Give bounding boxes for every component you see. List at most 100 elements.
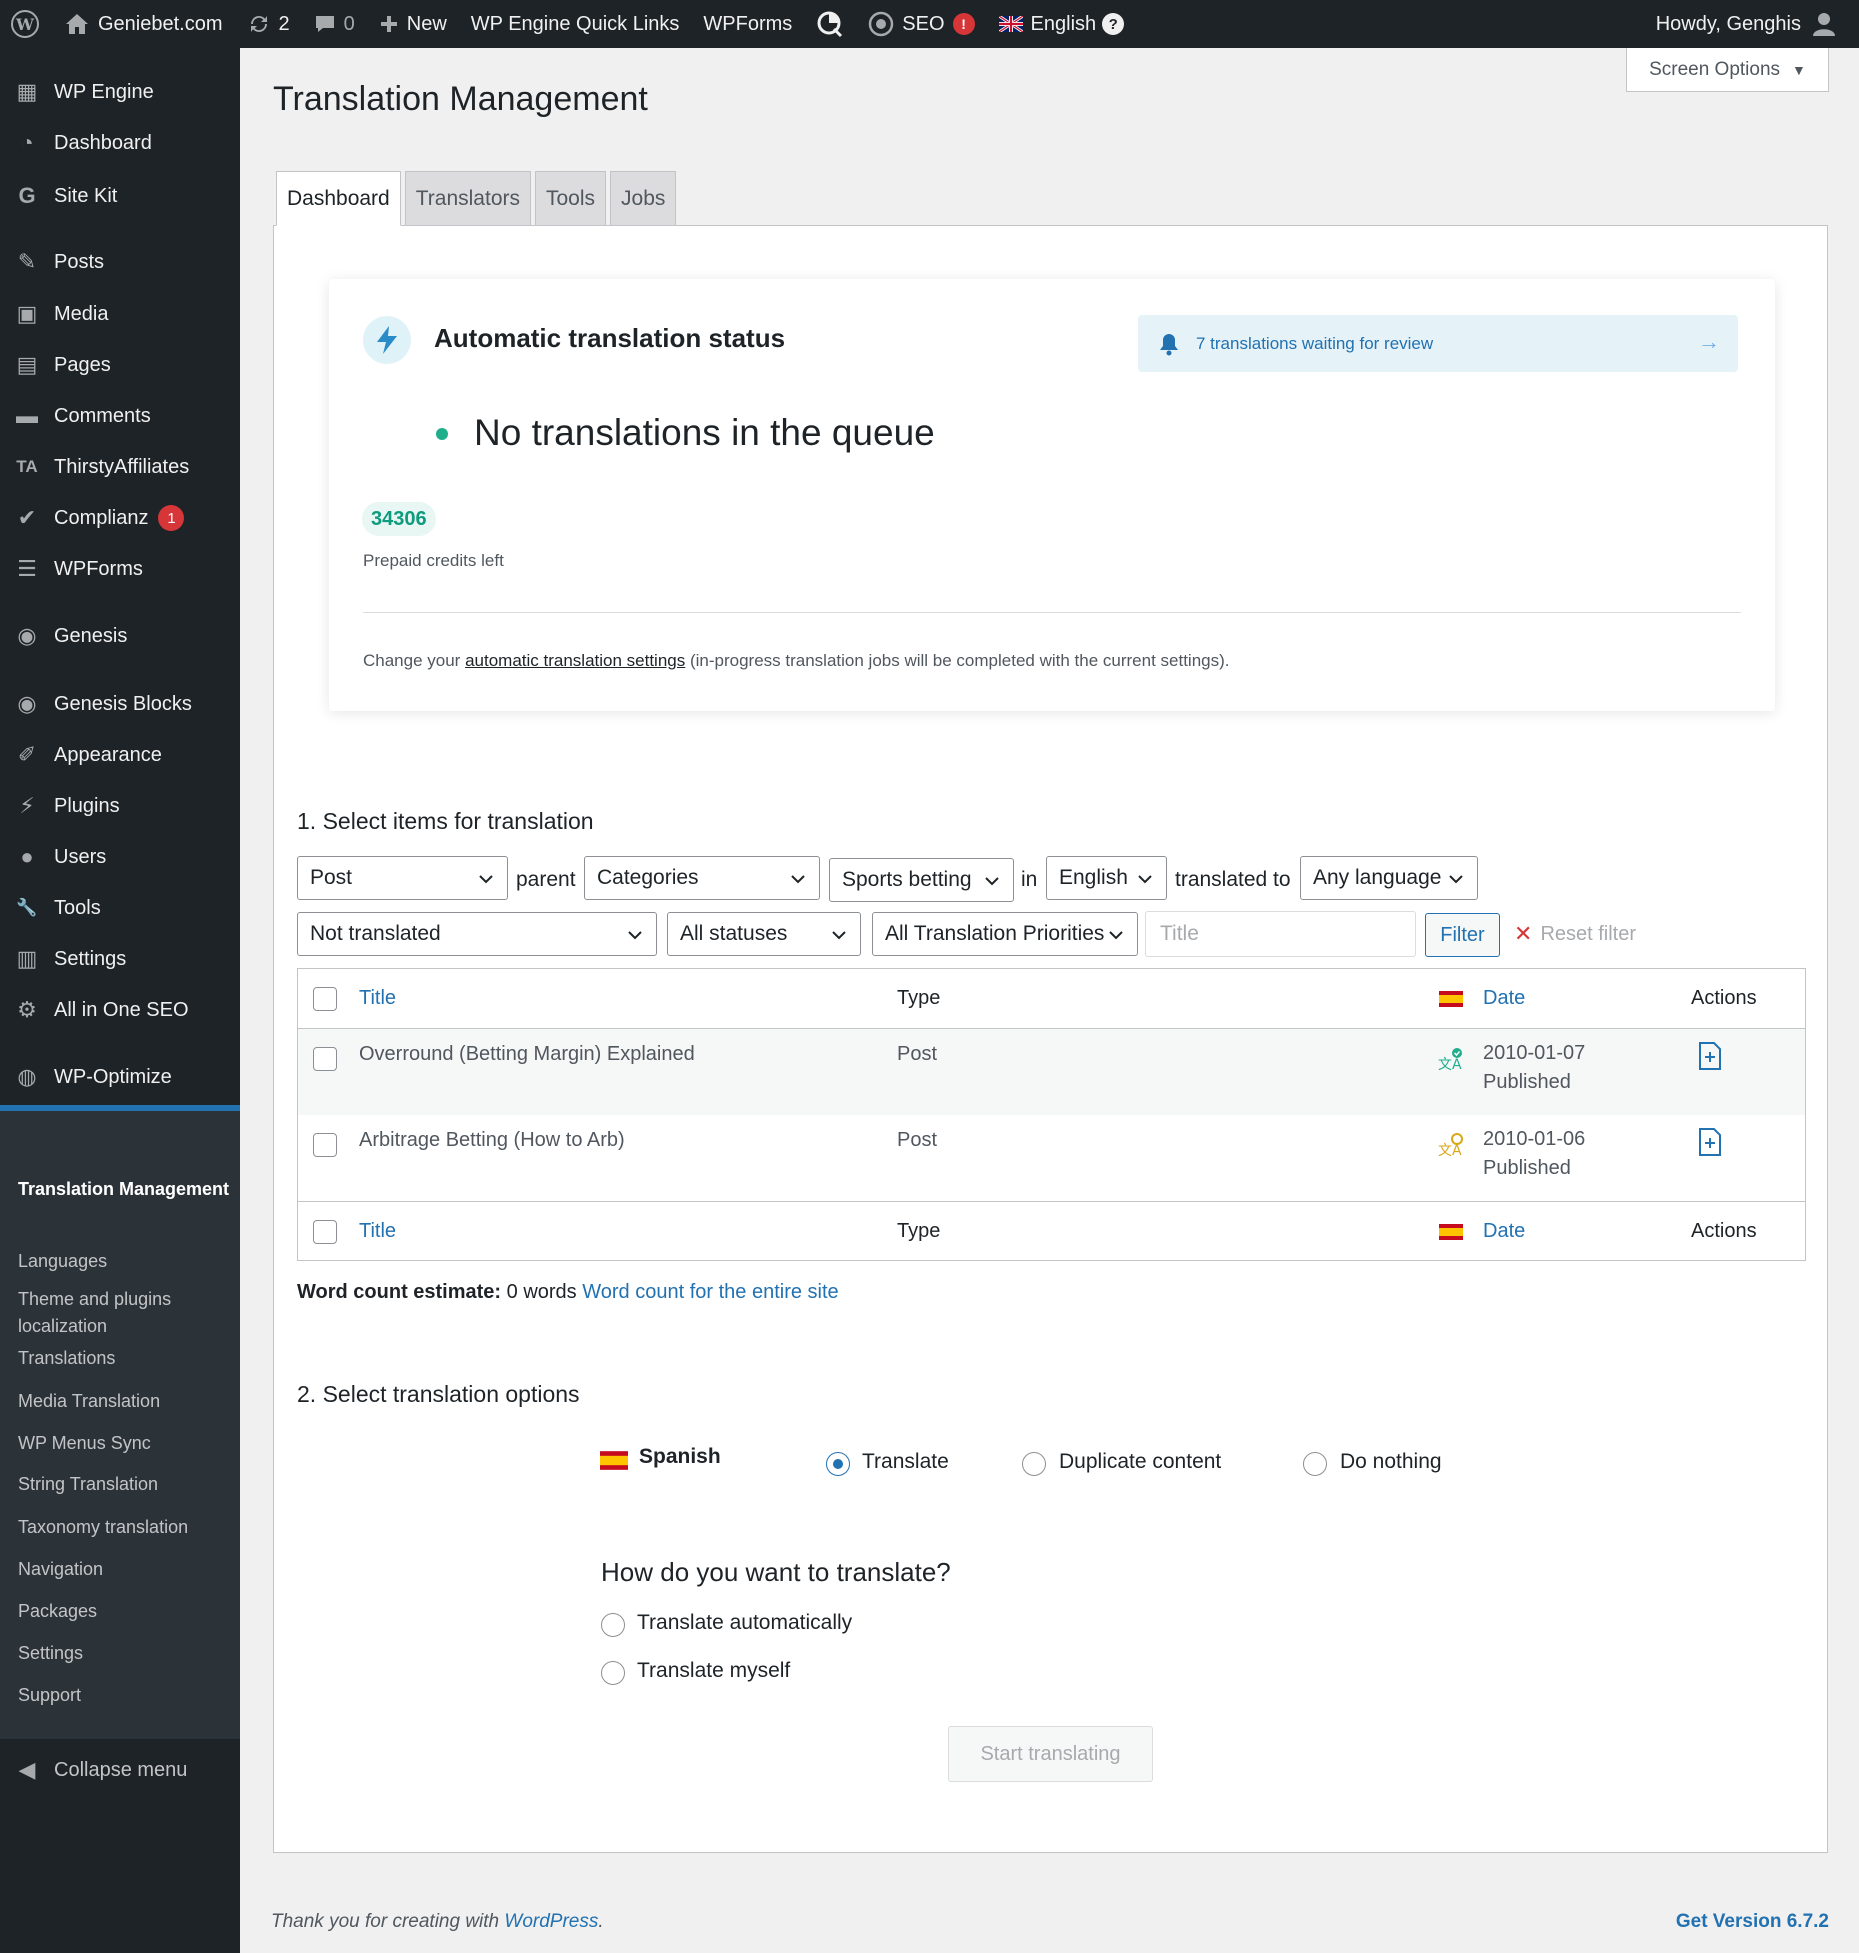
sidebar-item-pages[interactable]: ▤ Pages <box>0 341 240 389</box>
uk-flag-icon <box>998 16 1023 32</box>
title-column-header[interactable]: Title <box>359 987 396 1010</box>
help-icon[interactable]: ? <box>1102 13 1125 35</box>
sidebar-item-label: Pages <box>54 353 111 376</box>
title-search-input[interactable]: Title <box>1145 911 1416 957</box>
do-nothing-radio[interactable] <box>1303 1452 1327 1476</box>
get-version-link[interactable]: Get Version 6.7.2 <box>1676 1911 1829 1933</box>
submenu-item-theme-and-plugins-localization[interactable]: Theme and plugins localization <box>18 1286 233 1340</box>
translate-radio[interactable] <box>826 1452 850 1476</box>
select-all-checkbox-footer[interactable] <box>313 1220 337 1244</box>
sidebar-item-users[interactable]: ● Users <box>0 833 240 881</box>
sidebar-item-dashboard[interactable]: ◔ Dashboard <box>0 119 240 167</box>
svg-text:文A: 文A <box>1438 1057 1462 1073</box>
tab-jobs[interactable]: Jobs <box>610 171 677 226</box>
sidebar-item-posts[interactable]: ✎ Posts <box>0 238 240 286</box>
date-column-footer[interactable]: Date <box>1483 1220 1525 1243</box>
sidebar-item-appearance[interactable]: ✐ Appearance <box>0 731 240 779</box>
word-count-estimate: Word count estimate: 0 words Word count … <box>297 1281 839 1303</box>
sidebar-item-site-kit[interactable]: G Site Kit <box>0 172 240 220</box>
comment-icon <box>315 16 334 32</box>
sidebar-item-wpforms[interactable]: ☰ WPForms <box>0 545 240 593</box>
submenu-item-taxonomy-translation[interactable]: Taxonomy translation <box>18 1514 233 1541</box>
screen-options-button[interactable]: Screen Options ▼ <box>1626 48 1829 92</box>
date-column-header[interactable]: Date <box>1483 987 1525 1010</box>
footer-thanks: Thank you for creating with WordPress. <box>271 1911 604 1932</box>
translated-to-label: translated to <box>1175 868 1291 891</box>
submenu-item-translation-management[interactable]: Translation Management <box>18 1176 233 1203</box>
duplicate-radio[interactable] <box>1022 1452 1046 1476</box>
wordpress-logo-icon[interactable]: W <box>0 0 52 48</box>
parent-label: parent <box>516 868 576 891</box>
seo-menu[interactable]: SEO ! <box>856 0 986 48</box>
new-content-link[interactable]: New <box>367 0 459 48</box>
sidebar-item-settings[interactable]: ▥ Settings <box>0 935 240 983</box>
translation-status-select[interactable]: Not translated <box>297 912 657 956</box>
sidebar-item-wp-optimize[interactable]: ◍ WP-Optimize <box>0 1053 240 1101</box>
add-to-basket-icon[interactable] <box>1697 1127 1723 1157</box>
parent-select[interactable]: Categories <box>584 856 820 900</box>
title-column-footer[interactable]: Title <box>359 1220 396 1243</box>
submenu-item-translations[interactable]: Translations <box>18 1345 233 1372</box>
source-language-select[interactable]: English <box>1046 856 1167 900</box>
submenu-item-navigation[interactable]: Navigation <box>18 1556 233 1583</box>
reset-filter-link[interactable]: ✕ Reset filter <box>1514 921 1636 947</box>
sidebar-item-genesis[interactable]: ◉ Genesis <box>0 612 240 660</box>
post-type-select[interactable]: Post <box>297 856 508 900</box>
submenu-item-wp-menus-sync[interactable]: WP Menus Sync <box>18 1430 233 1457</box>
word-count-site-link[interactable]: Word count for the entire site <box>582 1281 838 1303</box>
updates-link[interactable]: 2 <box>235 0 302 48</box>
form-icon: ☰ <box>17 556 37 581</box>
category-select[interactable]: Sports betting <box>829 858 1014 902</box>
sidebar-item-label: Comments <box>54 404 151 427</box>
review-banner[interactable]: 7 translations waiting for review → <box>1138 315 1738 372</box>
filter-button[interactable]: Filter <box>1425 913 1500 957</box>
chevron-down-icon <box>1449 875 1463 884</box>
sidebar-item-tools[interactable]: 🔧 Tools <box>0 884 240 932</box>
wpengine-quick-links[interactable]: WP Engine Quick Links <box>459 0 692 48</box>
wpforms-link[interactable]: WPForms <box>691 0 804 48</box>
sidebar-item-plugins[interactable]: ⚡ Plugins <box>0 782 240 830</box>
wordpress-link[interactable]: WordPress <box>504 1911 598 1932</box>
submenu-item-string-translation[interactable]: String Translation <box>18 1471 233 1498</box>
row-checkbox[interactable] <box>313 1047 337 1071</box>
submenu-item-media-translation[interactable]: Media Translation <box>18 1388 233 1415</box>
pages-icon: ▤ <box>16 352 38 377</box>
sidebar-item-thirstyaffiliates[interactable]: TA ThirstyAffiliates <box>0 443 240 491</box>
add-to-basket-icon[interactable] <box>1697 1041 1723 1071</box>
priority-select[interactable]: All Translation Priorities <box>872 912 1138 956</box>
my-account[interactable]: Howdy, Genghis <box>1644 0 1849 48</box>
sidebar-item-label: All in One SEO <box>54 998 189 1021</box>
chevron-down-icon <box>791 875 805 884</box>
select-all-checkbox[interactable] <box>313 987 337 1011</box>
tab-translators[interactable]: Translators <box>404 171 531 226</box>
sidebar-item-label: Genesis <box>54 624 128 647</box>
collapse-menu-button[interactable]: ◀ Collapse menu <box>0 1746 240 1794</box>
submenu-item-languages[interactable]: Languages <box>18 1248 233 1275</box>
submenu-item-support[interactable]: Support <box>18 1682 233 1709</box>
target-language-select[interactable]: Any language <box>1300 856 1478 900</box>
sidebar-item-media[interactable]: ▣ Media <box>0 290 240 338</box>
translation-pending-icon: 文A <box>1438 1133 1463 1159</box>
sidebar-item-comments[interactable]: ▬ Comments <box>0 392 240 440</box>
tab-dashboard[interactable]: Dashboard <box>276 171 401 226</box>
sidebar-item-all-in-one-seo[interactable]: ⚙ All in One SEO <box>0 986 240 1034</box>
translate-myself-radio[interactable] <box>601 1661 625 1685</box>
media-icon: ▣ <box>16 301 38 326</box>
sidebar-item-complianz[interactable]: ✔ Complianz 1 <box>0 494 240 542</box>
automatic-translation-settings-link[interactable]: automatic translation settings <box>465 651 685 670</box>
sidebar-item-genesis-blocks[interactable]: ◉ Genesis Blocks <box>0 680 240 728</box>
submenu-item-packages[interactable]: Packages <box>18 1598 233 1625</box>
post-status-select[interactable]: All statuses <box>667 912 861 956</box>
site-name-link[interactable]: Geniebet.com <box>52 0 235 48</box>
sidebar-item-wp-engine[interactable]: ▦ WP Engine <box>0 68 240 116</box>
submenu-item-settings[interactable]: Settings <box>18 1640 233 1667</box>
query-monitor-icon[interactable] <box>804 0 856 48</box>
howdy-text: Howdy, Genghis <box>1655 12 1801 35</box>
tab-tools[interactable]: Tools <box>535 171 607 226</box>
sidebar-item-label: Users <box>54 845 107 868</box>
translate-automatically-radio[interactable] <box>601 1613 625 1637</box>
row-checkbox[interactable] <box>313 1133 337 1157</box>
start-translating-button[interactable]: Start translating <box>948 1726 1153 1782</box>
comments-link[interactable]: 0 <box>302 0 367 48</box>
language-switcher[interactable]: English ? <box>987 0 1137 48</box>
